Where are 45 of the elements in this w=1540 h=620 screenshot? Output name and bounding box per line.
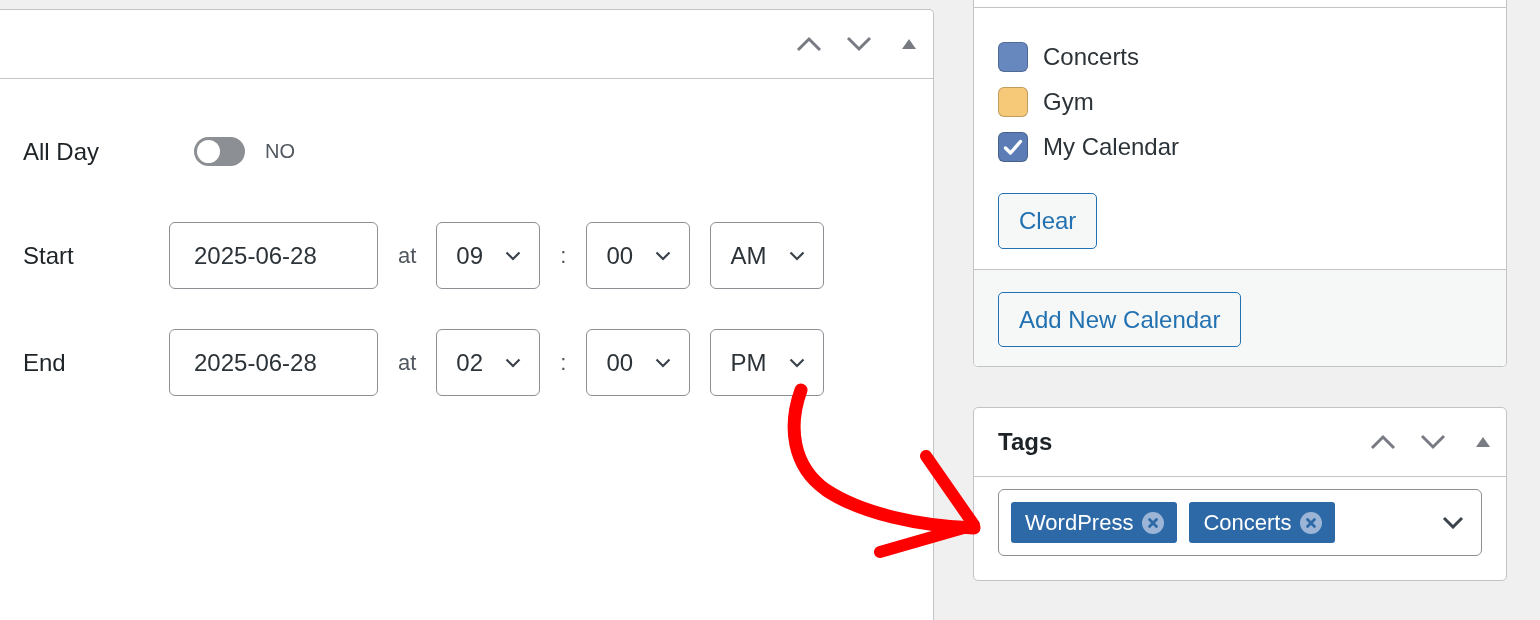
toggle-switch[interactable] bbox=[194, 137, 245, 166]
calendar-label: Gym bbox=[1043, 88, 1094, 116]
at-label: at bbox=[398, 242, 417, 269]
check-icon bbox=[1003, 138, 1023, 156]
checkbox[interactable] bbox=[998, 87, 1028, 117]
chevron-down-icon[interactable] bbox=[1442, 516, 1464, 529]
add-calendar-button[interactable]: Add New Calendar bbox=[998, 292, 1242, 347]
calendar-label: My Calendar bbox=[1043, 133, 1180, 161]
chevron-up-icon[interactable] bbox=[796, 36, 822, 52]
tag-label: WordPress bbox=[1025, 509, 1134, 536]
panel-title: Tags bbox=[998, 428, 1053, 456]
field-label: End bbox=[23, 348, 67, 377]
chevron-down-icon bbox=[655, 357, 672, 368]
hour-select[interactable]: 09 bbox=[436, 222, 541, 289]
triangle-up-icon[interactable] bbox=[902, 39, 916, 49]
date-input[interactable]: 2025-06-28 bbox=[169, 329, 378, 396]
chevron-down-icon bbox=[789, 357, 806, 368]
clear-button[interactable]: Clear bbox=[998, 193, 1098, 249]
chevron-up-icon[interactable] bbox=[1370, 434, 1396, 450]
at-label: at bbox=[398, 349, 417, 376]
calendar-label: Concerts bbox=[1043, 43, 1140, 71]
time-separator: : bbox=[560, 242, 567, 269]
checkbox[interactable] bbox=[998, 132, 1028, 162]
toggle-state-label: NO bbox=[265, 140, 295, 163]
chevron-down-icon bbox=[505, 250, 522, 261]
chevron-down-icon[interactable] bbox=[1420, 434, 1446, 450]
chevron-down-icon bbox=[789, 250, 806, 261]
close-icon[interactable] bbox=[1300, 511, 1323, 534]
time-separator: : bbox=[560, 349, 567, 376]
chevron-down-icon bbox=[505, 357, 522, 368]
chevron-down-icon[interactable] bbox=[846, 36, 872, 52]
checkbox[interactable] bbox=[998, 42, 1028, 72]
minute-select[interactable]: 00 bbox=[586, 222, 691, 289]
field-label: Start bbox=[23, 241, 75, 270]
field-label: All Day bbox=[23, 137, 101, 166]
tag-label: Concerts bbox=[1203, 509, 1292, 536]
meridiem-select[interactable]: AM bbox=[710, 222, 825, 289]
triangle-up-icon[interactable] bbox=[1476, 437, 1490, 447]
date-input[interactable]: 2025-06-28 bbox=[169, 222, 378, 289]
hour-select[interactable]: 02 bbox=[436, 329, 541, 396]
close-icon[interactable] bbox=[1142, 511, 1165, 534]
tags-select[interactable]: WordPress Concerts bbox=[998, 489, 1482, 556]
minute-select[interactable]: 00 bbox=[586, 329, 691, 396]
chevron-down-icon bbox=[655, 250, 672, 261]
meridiem-select[interactable]: PM bbox=[710, 329, 825, 396]
